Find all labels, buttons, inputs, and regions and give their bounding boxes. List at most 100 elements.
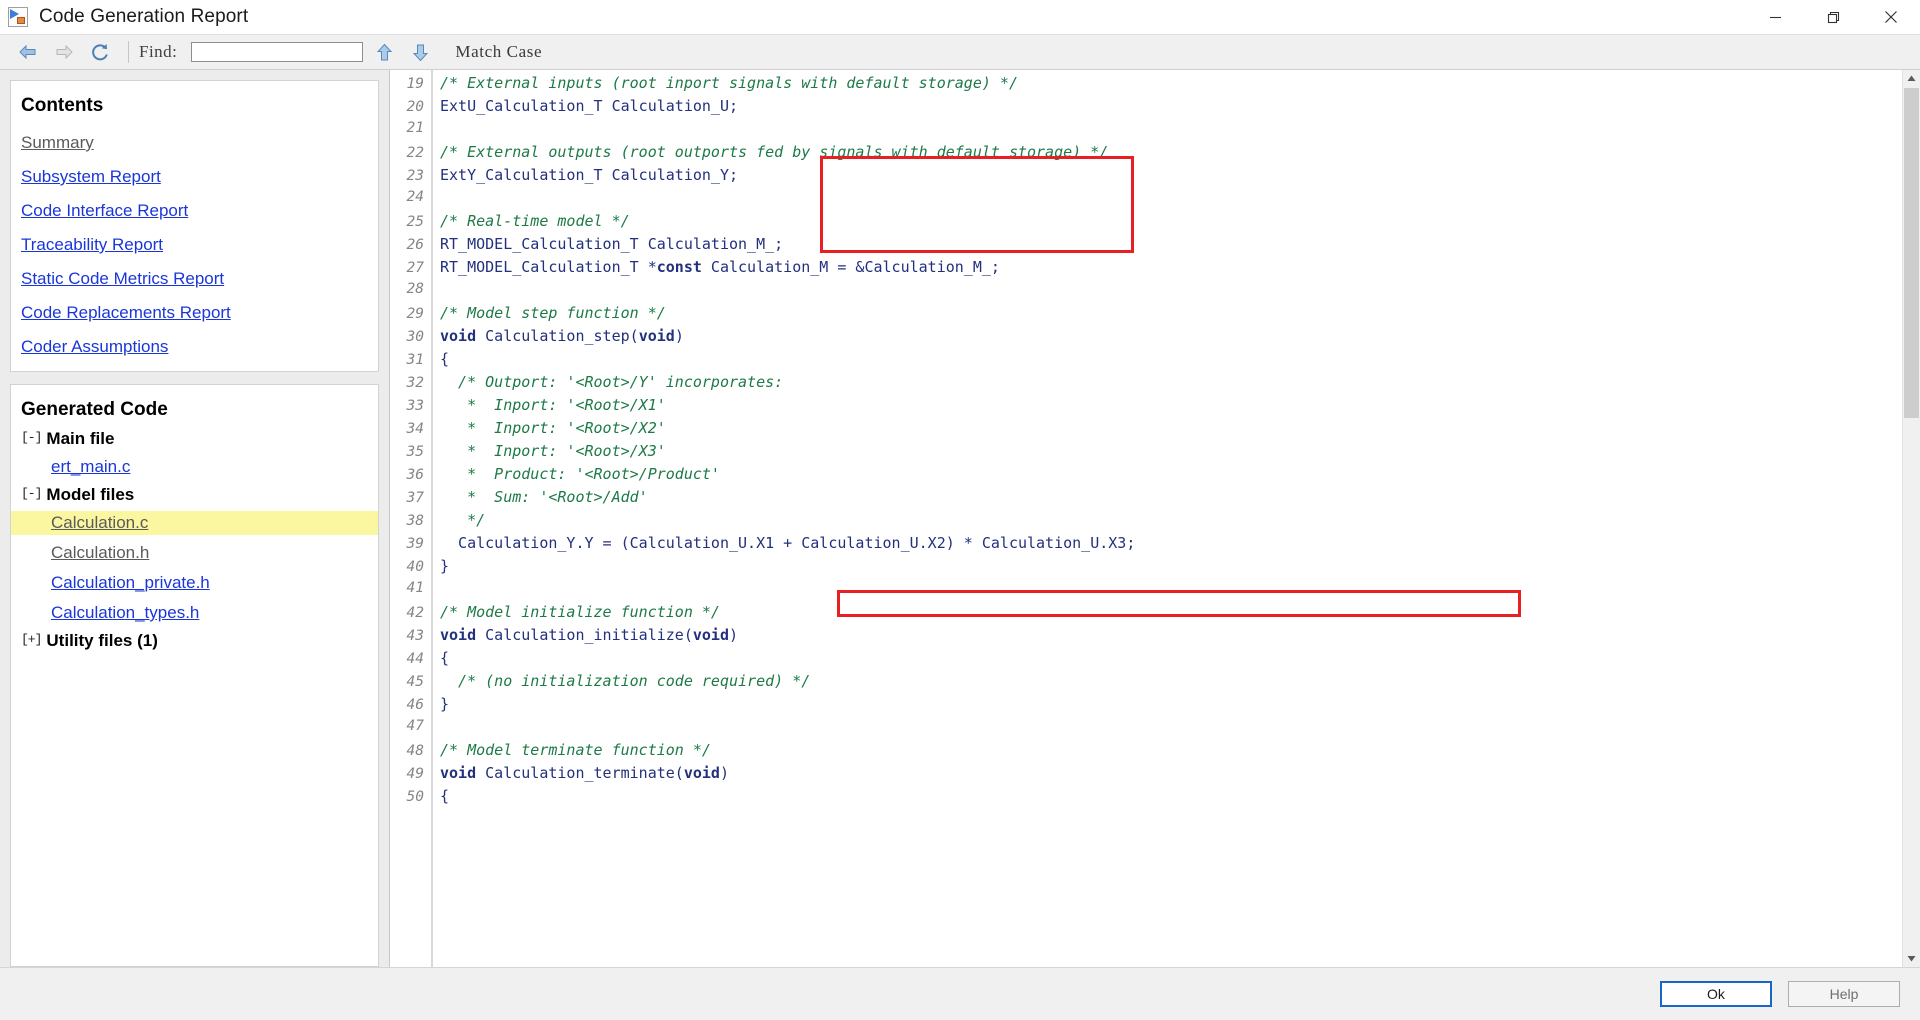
tree-file-calculation-types-h[interactable]: Calculation_types.h	[11, 601, 378, 625]
window-title: Code Generation Report	[39, 6, 249, 27]
line-content[interactable]: /* External inputs (root inport signals …	[431, 74, 1018, 92]
code-line: 20 ExtU_Calculation_T Calculation_U;	[390, 97, 1903, 120]
line-content[interactable]: /* Model terminate function */	[431, 741, 711, 759]
code-line: 27 RT_MODEL_Calculation_T *const Calculat…	[390, 258, 1903, 281]
forward-icon[interactable]	[46, 37, 82, 67]
find-label: Find:	[139, 42, 178, 61]
minimize-button[interactable]	[1746, 0, 1804, 34]
contents-link-subsystem-report[interactable]: Subsystem Report	[11, 167, 378, 187]
contents-title: Contents	[21, 95, 104, 116]
reload-icon[interactable]	[82, 37, 118, 67]
scroll-down-arrow-icon[interactable]	[1903, 950, 1920, 967]
code-line: 44 {	[390, 649, 1903, 672]
line-number: 26	[406, 237, 424, 253]
code-line: 19 /* External inputs (root inport signal…	[390, 74, 1903, 97]
line-content[interactable]: void Calculation_step(void)	[431, 327, 684, 345]
scroll-up-arrow-icon[interactable]	[1903, 70, 1920, 87]
line-number: 48	[406, 743, 424, 759]
line-content[interactable]: /* Model step function */	[431, 304, 666, 322]
line-number: 49	[406, 766, 424, 782]
code-line: 31 {	[390, 350, 1903, 373]
code-viewer: 19 /* External inputs (root inport signal…	[389, 70, 1920, 967]
window-controls	[1746, 0, 1920, 34]
find-next-icon[interactable]	[405, 37, 435, 67]
back-icon[interactable]	[10, 37, 46, 67]
contents-link-list: Summary Subsystem Report Code Interface Re…	[11, 133, 378, 357]
line-content[interactable]: Calculation_Y.Y = (Calculation_U.X1 + Ca…	[431, 534, 1135, 552]
collapse-toggle-icon[interactable]: [-]	[21, 486, 42, 501]
tree-group-main-file: [-] Main file	[11, 429, 378, 449]
line-content[interactable]: * Inport: '<Root>/X1'	[431, 396, 666, 414]
close-button[interactable]	[1862, 0, 1920, 34]
code-vertical-scrollbar[interactable]	[1902, 70, 1920, 967]
contents-link-summary[interactable]: Summary	[11, 133, 378, 153]
line-number: 28	[406, 281, 424, 297]
contents-link-code-interface-report[interactable]: Code Interface Report	[11, 201, 378, 221]
line-content[interactable]: * Inport: '<Root>/X3'	[431, 442, 666, 460]
sidebar: Contents Summary Subsystem Report Code Int…	[0, 70, 389, 967]
code-line: 24	[390, 189, 1903, 212]
line-content[interactable]: /* External outputs (root outports fed b…	[431, 143, 1108, 161]
line-content[interactable]: RT_MODEL_Calculation_T *const Calculatio…	[431, 258, 1000, 276]
line-number: 40	[406, 559, 424, 575]
line-number: 44	[406, 651, 424, 667]
line-content[interactable]: void Calculation_initialize(void)	[431, 626, 738, 644]
scrollbar-thumb[interactable]	[1904, 88, 1919, 418]
line-content[interactable]: void Calculation_terminate(void)	[431, 764, 729, 782]
line-content[interactable]: {	[431, 787, 449, 805]
tree-file-calculation-c[interactable]: Calculation.c	[11, 511, 378, 535]
line-content[interactable]: * Product: '<Root>/Product'	[431, 465, 720, 483]
contents-link-code-replacements-report[interactable]: Code Replacements Report	[11, 303, 378, 323]
line-content[interactable]: * Inport: '<Root>/X2'	[431, 419, 666, 437]
line-number: 43	[406, 628, 424, 644]
line-number: 33	[406, 398, 424, 414]
line-content[interactable]: {	[431, 649, 449, 667]
tree-file-calculation-h[interactable]: Calculation.h	[11, 541, 378, 565]
contents-link-coder-assumptions[interactable]: Coder Assumptions	[11, 337, 378, 357]
generated-code-title: Generated Code	[21, 399, 168, 420]
line-content[interactable]: }	[431, 557, 449, 575]
line-content[interactable]: /* Model initialize function */	[431, 603, 720, 621]
line-content[interactable]: /* Outport: '<Root>/Y' incorporates:	[431, 373, 783, 391]
code-line: 28	[390, 281, 1903, 304]
line-number: 50	[406, 789, 424, 805]
line-number: 39	[406, 536, 424, 552]
contents-link-traceability-report[interactable]: Traceability Report	[11, 235, 378, 255]
toolbar-divider	[128, 41, 129, 63]
tree-group-label: Main file	[46, 429, 115, 448]
line-content[interactable]: ExtY_Calculation_T Calculation_Y;	[431, 166, 738, 184]
find-input[interactable]	[191, 42, 364, 62]
code-line: 29 /* Model step function */	[390, 304, 1903, 327]
code-line: 43 void Calculation_initialize(void)	[390, 626, 1903, 649]
code-line: 22 /* External outputs (root outports fed…	[390, 143, 1903, 166]
match-case-label[interactable]: Match Case	[455, 42, 542, 62]
tree-file-calculation-private-h[interactable]: Calculation_private.h	[11, 571, 378, 595]
line-content[interactable]: RT_MODEL_Calculation_T Calculation_M_;	[431, 235, 783, 253]
line-content[interactable]: */	[431, 511, 485, 529]
line-number: 31	[406, 352, 424, 368]
expand-toggle-icon[interactable]: [+]	[21, 632, 42, 647]
line-content[interactable]: * Sum: '<Root>/Add'	[431, 488, 648, 506]
line-content[interactable]: ExtU_Calculation_T Calculation_U;	[431, 97, 738, 115]
line-content[interactable]: {	[431, 350, 449, 368]
main-split: Contents Summary Subsystem Report Code Int…	[0, 70, 1920, 967]
line-number: 23	[406, 168, 424, 184]
ok-button[interactable]: Ok	[1660, 981, 1772, 1007]
generated-code-tree: [-] Main file ert_main.c [-] Model files Calc…	[11, 429, 378, 651]
line-number: 47	[406, 718, 424, 734]
contents-link-static-code-metrics-report[interactable]: Static Code Metrics Report	[11, 269, 378, 289]
line-content[interactable]: /* Real-time model */	[431, 212, 630, 230]
find-toolbar: Find: Match Case	[0, 34, 1920, 70]
line-content[interactable]: }	[431, 695, 449, 713]
help-button[interactable]: Help	[1788, 981, 1900, 1007]
collapse-toggle-icon[interactable]: [-]	[21, 430, 42, 445]
restore-button[interactable]	[1804, 0, 1862, 34]
line-number: 36	[406, 467, 424, 483]
tree-file-ert-main-c[interactable]: ert_main.c	[11, 455, 378, 479]
code-line: 39 Calculation_Y.Y = (Calculation_U.X1 +…	[390, 534, 1903, 557]
find-previous-icon[interactable]	[369, 37, 399, 67]
title-bar: Code Generation Report	[0, 0, 1920, 34]
code-line: 35 * Inport: '<Root>/X3'	[390, 442, 1903, 465]
code-line: 23 ExtY_Calculation_T Calculation_Y;	[390, 166, 1903, 189]
line-content[interactable]: /* (no initialization code required) */	[431, 672, 810, 690]
